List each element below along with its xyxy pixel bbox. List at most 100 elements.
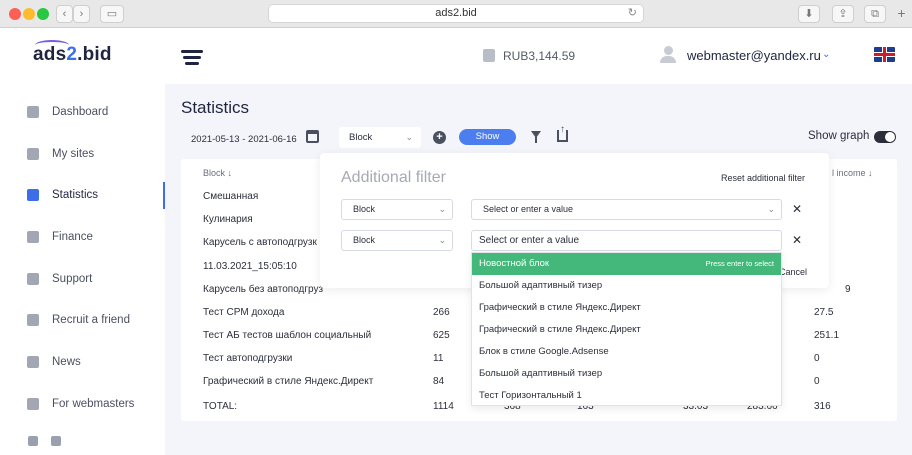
sidebar: Dashboard My sites Statistics Finance Su… [0, 84, 165, 455]
minimize-window-button[interactable] [23, 8, 35, 20]
reset-additional-filter-link[interactable]: Reset additional filter [721, 173, 805, 183]
info-icon [27, 398, 39, 410]
bar-chart-icon [27, 189, 39, 201]
sidebar-item-label: News [52, 356, 81, 368]
chevron-down-icon[interactable]: ⌄ [822, 49, 830, 60]
cell-block: 11.03.2021_15:05:10 [203, 261, 297, 272]
new-tab-button[interactable]: + [893, 5, 910, 23]
dropdown-option[interactable]: Большой адаптивный тизер [472, 363, 781, 385]
column-header-income[interactable]: l income ↓ [832, 168, 873, 178]
menu-icon[interactable] [181, 50, 203, 68]
wallet-icon [483, 49, 495, 62]
news-icon [27, 356, 39, 368]
wallet-icon [27, 231, 39, 243]
sidebar-item-support[interactable]: Support [0, 260, 165, 300]
column-header-block[interactable]: Block ↓ [203, 168, 232, 178]
cell-value: 625 [433, 330, 450, 341]
chat-icon [27, 273, 39, 285]
cancel-button[interactable]: Cancel [779, 267, 807, 277]
dropdown-option-label: Новостной блок [479, 258, 550, 269]
filter-icon[interactable] [531, 131, 541, 143]
home-icon [27, 106, 39, 118]
browser-toolbar: ‹ › ▭ ads2.bid ↻ ⬇ ⇪ ⧉ + [0, 0, 912, 28]
press-enter-hint: Press enter to select [705, 259, 774, 268]
export-icon[interactable] [557, 124, 568, 142]
logo[interactable]: ads2.bid [33, 44, 112, 66]
block-select[interactable]: Block ⌄ [339, 127, 421, 148]
dropdown-option[interactable]: Большой адаптивный тизер [472, 275, 781, 297]
sites-icon [27, 148, 39, 160]
chevron-down-icon: ⌄ [438, 204, 446, 214]
back-icon[interactable]: ‹ [56, 5, 73, 23]
cell-value: 84 [433, 376, 445, 387]
cell-block: Тест автоподгрузки [203, 353, 293, 364]
cell-income: 0 [814, 353, 820, 364]
filter-value-select[interactable]: Select or enter a value ⌄ [471, 199, 782, 220]
remove-filter-icon[interactable]: ✕ [792, 233, 802, 247]
dropdown-option[interactable]: Новостной блок Press enter to select [472, 253, 781, 275]
add-filter-button[interactable]: + [433, 131, 446, 144]
sidebar-item-news[interactable]: News [0, 343, 165, 383]
date-range-input[interactable]: 2021-05-13 - 2021-06-16 [181, 130, 321, 150]
cell-income: 9 [845, 284, 851, 295]
show-graph-label: Show graph [808, 130, 870, 142]
calendar-icon[interactable] [306, 130, 319, 143]
share-browser-icon[interactable]: ⇪ [832, 5, 854, 23]
filter-value-placeholder: Select or enter a value [479, 235, 580, 246]
show-button[interactable]: Show [459, 129, 516, 145]
sidebar-item-label: Statistics [52, 189, 99, 201]
download-icon[interactable]: ⬇ [798, 5, 820, 23]
user-email[interactable]: webmaster@yandex.ru [687, 48, 821, 63]
sidebar-item-label: Finance [52, 231, 93, 243]
maximize-window-button[interactable] [37, 8, 49, 20]
sidebar-item-label: For webmasters [52, 398, 135, 410]
dropdown-option[interactable]: Тест Горизонтальный 1 [472, 385, 781, 407]
balance: RUB3,144.59 [503, 49, 576, 63]
sidebar-item-statistics[interactable]: Statistics [0, 176, 165, 216]
dropdown-option[interactable]: Графический в стиле Яндекс.Директ [472, 297, 781, 319]
sidebar-toggle-icon[interactable]: ▭ [100, 5, 124, 23]
remove-filter-icon[interactable]: ✕ [792, 202, 802, 216]
total-income: 316 [814, 401, 831, 412]
mail-icon[interactable] [51, 436, 61, 446]
block-select-value: Block [349, 132, 373, 143]
filter-value-dropdown: Новостной блок Press enter to select Бол… [471, 252, 782, 406]
additional-filter-title: Additional filter [341, 169, 446, 186]
cell-block: Смешанная [203, 191, 259, 202]
cell-income: 251.1 [814, 330, 840, 341]
filter-field-value: Block [353, 204, 376, 214]
sidebar-item-recruit-a-friend[interactable]: Recruit a friend [0, 301, 165, 341]
reload-icon[interactable]: ↻ [628, 5, 637, 22]
dropdown-option[interactable]: Блок в стиле Google.Adsense [472, 341, 781, 363]
show-graph-toggle[interactable] [874, 131, 896, 143]
cell-block: Карусель без автоподгруз [203, 284, 324, 295]
dropdown-option[interactable]: Графический в стиле Яндекс.Директ [472, 319, 781, 341]
facebook-icon[interactable] [28, 436, 38, 446]
uk-flag-icon[interactable] [874, 47, 895, 62]
url-text: ads2.bid [435, 7, 477, 19]
page-title: Statistics [181, 98, 250, 117]
sidebar-item-my-sites[interactable]: My sites [0, 135, 165, 175]
app-header: ads2.bid RUB3,144.59 webmaster@yandex.ru… [0, 28, 912, 84]
sidebar-item-label: Dashboard [52, 106, 109, 118]
filter-field-value: Block [353, 235, 376, 245]
chevron-down-icon: ⌄ [438, 235, 446, 245]
filter-value-input[interactable]: Select or enter a value [471, 230, 782, 251]
tabs-icon[interactable]: ⧉ [864, 5, 886, 23]
filter-value-placeholder: Select or enter a value [483, 204, 574, 214]
cell-value: 11 [433, 353, 444, 364]
sidebar-item-label: Recruit a friend [52, 314, 130, 326]
filter-field-select[interactable]: Block ⌄ [341, 199, 453, 220]
url-bar[interactable]: ads2.bid ↻ [268, 4, 644, 23]
avatar[interactable] [660, 46, 676, 64]
total-label: TOTAL: [203, 401, 238, 412]
cell-income: 27.5 [814, 307, 834, 318]
forward-icon[interactable]: › [73, 5, 90, 23]
sidebar-item-for-webmasters[interactable]: For webmasters [0, 385, 165, 425]
cell-block: Карусель с автоподгрузк [203, 237, 317, 248]
sidebar-item-finance[interactable]: Finance [0, 218, 165, 258]
cell-income: 0 [814, 376, 820, 387]
sidebar-item-dashboard[interactable]: Dashboard [0, 93, 165, 133]
close-window-button[interactable] [9, 8, 21, 20]
filter-field-select[interactable]: Block ⌄ [341, 230, 453, 251]
